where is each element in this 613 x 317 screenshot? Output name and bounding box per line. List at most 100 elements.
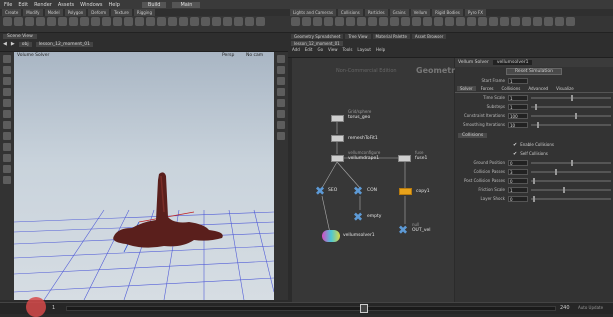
- brush-tool-icon[interactable]: [3, 143, 11, 151]
- tool-icon[interactable]: [566, 17, 575, 26]
- timeline[interactable]: 1 240 Auto Update: [0, 297, 613, 317]
- viewport-tab[interactable]: Scene View: [3, 34, 37, 39]
- end-frame[interactable]: 240: [560, 305, 570, 311]
- path-node[interactable]: lesson_12_moment_01: [35, 41, 94, 47]
- tool-icon[interactable]: [379, 17, 388, 26]
- tool-icon[interactable]: [302, 17, 311, 26]
- path-obj[interactable]: obj: [18, 41, 32, 47]
- tool-icon[interactable]: [3, 165, 11, 173]
- tab-collisions[interactable]: Collisions: [498, 86, 523, 91]
- param-slider[interactable]: [531, 177, 611, 184]
- collisions-section[interactable]: Collisions: [458, 133, 488, 138]
- tool-icon[interactable]: [135, 17, 144, 26]
- shelf-tab-deform[interactable]: Deform: [88, 9, 110, 16]
- tool-icon[interactable]: [522, 17, 531, 26]
- param-slider[interactable]: [531, 94, 611, 101]
- tool-icon[interactable]: [69, 17, 78, 26]
- main-dropdown[interactable]: Main: [172, 1, 201, 8]
- param-field[interactable]: 100: [508, 112, 528, 119]
- shelf-tab-polygon[interactable]: Polygon: [64, 9, 87, 16]
- node-copy[interactable]: [399, 188, 412, 195]
- shelf-tab-rigid[interactable]: Rigid Bodies: [432, 9, 463, 16]
- tool-icon[interactable]: [335, 17, 344, 26]
- param-slider[interactable]: [531, 186, 611, 193]
- net-menu-edit[interactable]: Edit: [305, 47, 313, 52]
- param-slider[interactable]: [531, 112, 611, 119]
- shelf-tab-pyro[interactable]: Pyro FX: [464, 9, 486, 16]
- tool-icon[interactable]: [113, 17, 122, 26]
- timeline-track[interactable]: [66, 306, 556, 311]
- draw-tool-icon[interactable]: [3, 154, 11, 162]
- param-field[interactable]: 0: [508, 159, 528, 166]
- tool-icon[interactable]: [401, 17, 410, 26]
- tool-icon[interactable]: [124, 17, 133, 26]
- playhead[interactable]: [360, 304, 368, 313]
- tool-icon[interactable]: [80, 17, 89, 26]
- shelf-tab-vellum[interactable]: Vellum: [410, 9, 431, 16]
- tool-icon[interactable]: [478, 17, 487, 26]
- tool-icon[interactable]: [357, 17, 366, 26]
- tab-asset[interactable]: Asset Browser: [411, 34, 447, 39]
- tab-advanced[interactable]: Advanced: [525, 86, 551, 91]
- tool-icon[interactable]: [146, 17, 155, 26]
- tool-icon[interactable]: [245, 17, 254, 26]
- shelf-tab-grains[interactable]: Grains: [389, 9, 409, 16]
- tool-icon[interactable]: [511, 17, 520, 26]
- display-option-icon[interactable]: [277, 88, 285, 96]
- node-fuse[interactable]: [398, 155, 411, 162]
- display-option-icon[interactable]: [277, 110, 285, 118]
- tool-icon[interactable]: [256, 17, 265, 26]
- tool-icon[interactable]: [190, 17, 199, 26]
- param-field[interactable]: 1: [508, 186, 528, 193]
- param-field[interactable]: 1: [508, 94, 528, 101]
- tool-icon[interactable]: [102, 17, 111, 26]
- build-dropdown[interactable]: Build: [141, 1, 167, 8]
- param-slider[interactable]: [531, 159, 611, 166]
- current-frame[interactable]: 1: [52, 305, 55, 311]
- tool-icon[interactable]: [179, 17, 188, 26]
- reset-simulation-button[interactable]: Reset Simulation: [506, 68, 562, 75]
- param-field[interactable]: 3: [508, 168, 528, 175]
- pose-tool-icon[interactable]: [3, 110, 11, 118]
- display-option-icon[interactable]: [277, 121, 285, 129]
- update-mode[interactable]: Auto Update: [578, 305, 603, 310]
- tool-icon[interactable]: [47, 17, 56, 26]
- node-remesh[interactable]: [331, 135, 344, 142]
- net-menu-help[interactable]: Help: [376, 47, 385, 52]
- menu-edit[interactable]: Edit: [18, 2, 28, 8]
- tool-icon[interactable]: [14, 17, 23, 26]
- menu-render[interactable]: Render: [34, 2, 52, 8]
- tool-icon[interactable]: [212, 17, 221, 26]
- shelf-tab-particles[interactable]: Particles: [364, 9, 388, 16]
- playback-button[interactable]: [26, 297, 46, 317]
- snap-tool-icon[interactable]: [3, 132, 11, 140]
- menu-file[interactable]: File: [4, 2, 12, 8]
- tool-icon[interactable]: [346, 17, 355, 26]
- tool-icon[interactable]: [157, 17, 166, 26]
- tool-icon[interactable]: [467, 17, 476, 26]
- scene-viewport[interactable]: Volume Solver Persp No cam: [14, 52, 274, 300]
- node-torus[interactable]: [331, 115, 344, 122]
- tab-visualize[interactable]: Visualize: [553, 86, 577, 91]
- param-slider[interactable]: [531, 103, 611, 110]
- shelf-tab-texture[interactable]: Texture: [111, 9, 132, 16]
- menu-assets[interactable]: Assets: [58, 2, 74, 8]
- rotate-tool-icon[interactable]: [3, 77, 11, 85]
- node-empty-icon[interactable]: ✖: [353, 210, 363, 224]
- network-editor[interactable]: Non-Commercial Edition Geometry Grid/sph…: [292, 58, 460, 302]
- tool-icon[interactable]: [3, 17, 12, 26]
- checkbox-icon[interactable]: ✔: [513, 151, 517, 157]
- shelf-tab-lights[interactable]: Lights and Cameras: [290, 9, 336, 16]
- param-field[interactable]: 0: [508, 195, 528, 202]
- param-field[interactable]: 1: [508, 103, 528, 110]
- tool-icon[interactable]: [456, 17, 465, 26]
- move-tool-icon[interactable]: [3, 66, 11, 74]
- display-option-icon[interactable]: [277, 132, 285, 140]
- network-path[interactable]: lesson_12_moment_01: [291, 41, 343, 46]
- tool-icon[interactable]: [58, 17, 67, 26]
- tab-spreadsheet[interactable]: Geometry Spreadsheet: [291, 34, 344, 39]
- tool-icon[interactable]: [36, 17, 45, 26]
- tab-solver[interactable]: Solver: [457, 86, 476, 91]
- display-option-icon[interactable]: [277, 66, 285, 74]
- tool-icon[interactable]: [3, 176, 11, 184]
